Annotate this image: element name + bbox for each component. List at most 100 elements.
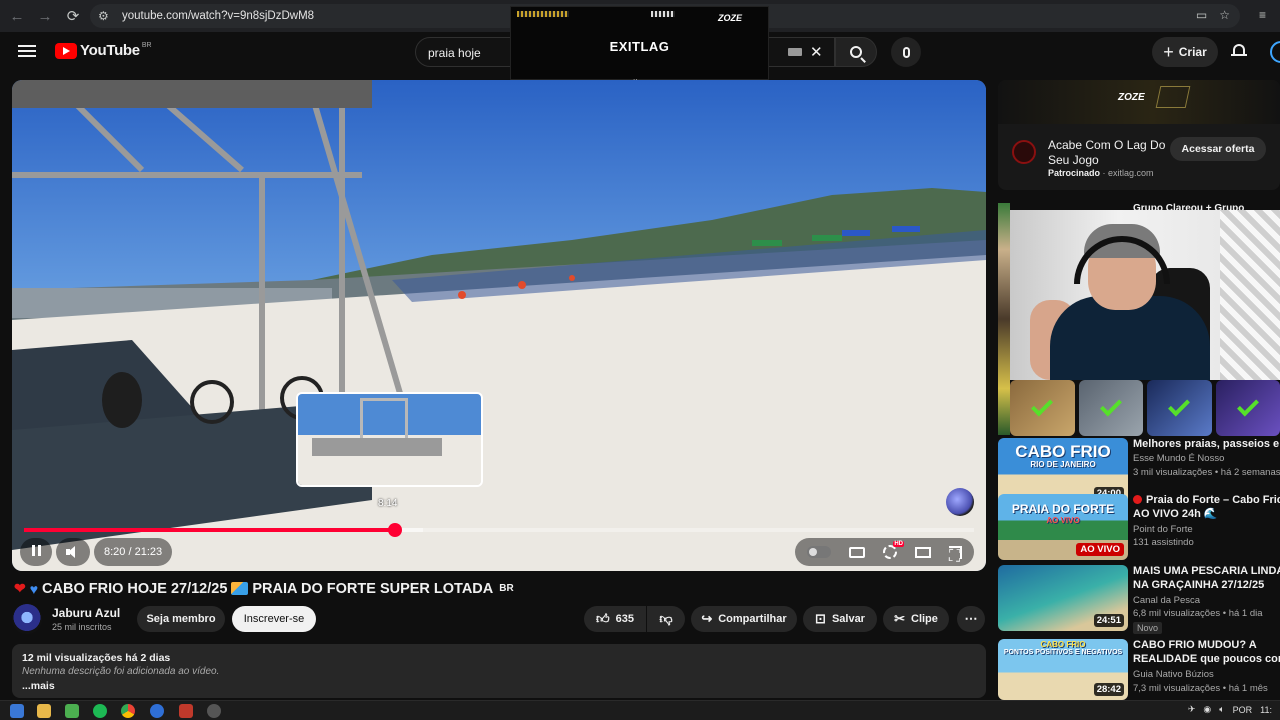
spotify-icon[interactable] [93,704,107,718]
video-duration: 24:51 [1093,614,1124,627]
more-actions-button[interactable]: ⋯ [957,606,985,632]
share-button[interactable]: ↪ Compartilhar [691,606,797,632]
reading-list-icon[interactable]: ≡ [1259,8,1266,22]
recommendation-thumbnail[interactable]: PRAIA DO FORTE AO VIVO AO VIVO [998,494,1128,560]
pause-button[interactable] [20,538,52,566]
ad-title[interactable]: Acabe Com O Lag Do Seu Jogo [1048,138,1168,168]
notifications-bell-icon[interactable] [1231,43,1247,59]
file-explorer-icon[interactable] [37,704,51,718]
clear-search-icon[interactable]: ✕ [810,43,823,61]
settings-gear-icon[interactable]: HD [883,541,904,559]
channel-avatar[interactable] [12,604,42,634]
search-button[interactable] [835,37,877,67]
subtitles-icon[interactable] [849,546,865,558]
channel-name[interactable]: Jaburu Azul [52,606,120,620]
create-label: Criar [1178,45,1207,59]
bookmark-star-icon[interactable]: ☆ [1219,8,1230,22]
recommendation-channel[interactable]: Esse Mundo É Nosso [1133,453,1224,464]
recommendation-item[interactable]: PRAIA DO FORTE AO VIVO AO VIVO Praia do … [998,494,1280,560]
keyboard-icon[interactable] [788,48,802,56]
overlay-sponsor-tag: ZOZE [718,13,742,23]
share-label: Compartilhar [718,613,787,625]
microphone-icon [902,46,910,58]
ad-banner-image[interactable]: ZOZE [998,80,1280,124]
obs-app-icon[interactable] [179,704,193,718]
recommendation-item[interactable]: CABO FRIO PONTOS POSITIVOS E NEGATIVOS 2… [998,639,1280,700]
theater-mode-icon[interactable] [915,546,931,558]
site-settings-icon[interactable]: ⚙ [98,9,116,23]
recommendation-thumbnail[interactable]: CABO FRIO PONTOS POSITIVOS E NEGATIVOS 2… [998,639,1128,700]
recommendation-channel[interactable]: Guia Nativo Búzios [1133,669,1214,680]
cast-icon[interactable]: ▭ [1196,8,1207,22]
time-display: 8:20 / 21:23 [94,538,173,566]
time-text: 8:20 / 21:23 [104,546,163,558]
chrome-icon[interactable] [121,704,135,718]
recommendation-title[interactable]: MAIS UMA PESCARIA LINDA NA GRAÇAINHA 27/1… [1133,565,1280,592]
xbox-app-icon[interactable] [65,704,79,718]
windows-start-icon[interactable] [10,704,24,718]
description-box[interactable]: 12 mil visualizações há 2 dias Nenhuma d… [12,644,986,698]
thumbnail-title: CABO FRIO [1015,442,1111,461]
channel-watermark[interactable] [946,488,974,516]
video-player[interactable]: 8:14 8:20 / 21:23 HD ⛶ [12,80,986,571]
wifi-icon[interactable]: ◉ [1203,704,1211,715]
account-avatar[interactable] [1270,41,1280,63]
thumbnail-subtitle: RIO DE JANEIRO [1030,460,1096,469]
app-icon[interactable] [207,704,221,718]
join-button[interactable]: Seja membro [137,606,225,632]
volume-button[interactable] [56,538,90,566]
check-tile [1147,380,1212,436]
speaker-icon[interactable]: 🔈︎ [1219,704,1224,715]
back-icon[interactable]: ← [6,5,28,27]
fullscreen-icon[interactable]: ⛶ [949,545,962,565]
url-text[interactable]: youtube.com/watch?v=9n8sjDzDwM8 [122,10,314,22]
autoplay-toggle[interactable] [807,546,831,558]
sponsored-ad-card[interactable]: ZOZE Acabe Com O Lag Do Seu Jogo Patroci… [998,80,1280,190]
progress-bar[interactable] [24,523,974,537]
dislike-button[interactable]: 👎︎ [647,606,685,632]
clock[interactable]: 11: [1260,705,1272,715]
clip-button[interactable]: ✂ Clipe [883,606,949,632]
pause-icon [30,543,42,561]
recommendation-title[interactable]: CABO FRIO MUDOU? A REALIDADE que poucos c… [1133,639,1280,666]
subscriber-count: 25 mil inscritos [52,622,112,632]
hd-badge: HD [893,541,904,547]
reload-icon[interactable]: ⟳ [62,5,84,27]
youtube-logo[interactable]: YouTube BR [55,42,152,59]
join-label: Seja membro [146,613,216,625]
clip-label: Clipe [911,613,938,625]
country-code: BR [141,42,152,49]
menu-hamburger-icon[interactable] [18,42,36,60]
recommendation-channel[interactable]: Canal da Pesca [1133,595,1200,606]
ad-domain: exitlag.com [1108,168,1154,178]
voice-search-button[interactable] [891,37,921,67]
recommendation-item[interactable]: 24:51 MAIS UMA PESCARIA LINDA NA GRAÇAINH… [998,565,1280,634]
subscribe-button[interactable]: Inscrever-se [232,606,316,632]
recommendation-thumbnail[interactable]: 24:51 [998,565,1128,631]
ad-banner-tag: ZOZE [1118,92,1145,103]
recommendation-title[interactable]: Melhores praias, passeios e ... [1133,438,1280,452]
seek-preview-thumbnail [296,392,483,487]
like-button[interactable]: 👍︎ 635 [584,606,646,632]
advertiser-logo[interactable] [1012,140,1036,164]
steam-icon[interactable] [150,704,164,718]
view-count-date: 12 mil visualizações há 2 dias [22,652,171,664]
recommendation-title[interactable]: Praia do Forte – Cabo Frio AO VIVO 24h 🌊 [1133,494,1280,521]
tray-icon[interactable]: ✈ [1188,704,1196,715]
save-label: Salvar [831,613,865,625]
language-indicator[interactable]: POR [1233,705,1253,715]
description-text: Nenhuma descrição foi adicionada ao víde… [22,666,220,677]
show-more-link[interactable]: ...mais [22,680,55,692]
save-button[interactable]: ⊡ Salvar [803,606,877,632]
search-query[interactable]: praia hoje [428,46,481,60]
recommendation-thumbnail-partial[interactable] [998,203,1010,435]
ad-cta-button[interactable]: Acessar oferta [1170,137,1266,161]
thumbnail-subtitle: PONTOS POSITIVOS E NEGATIVOS [1003,649,1123,656]
checkmark-overlay [1010,380,1280,436]
forward-icon[interactable]: → [34,5,56,27]
create-button[interactable]: + Criar [1152,37,1218,67]
recommendation-meta: 131 assistindo [1133,537,1194,548]
sponsored-label: Patrocinado [1048,168,1101,178]
video-duration: 28:42 [1093,683,1124,696]
recommendation-channel[interactable]: Point do Forte [1133,524,1193,535]
